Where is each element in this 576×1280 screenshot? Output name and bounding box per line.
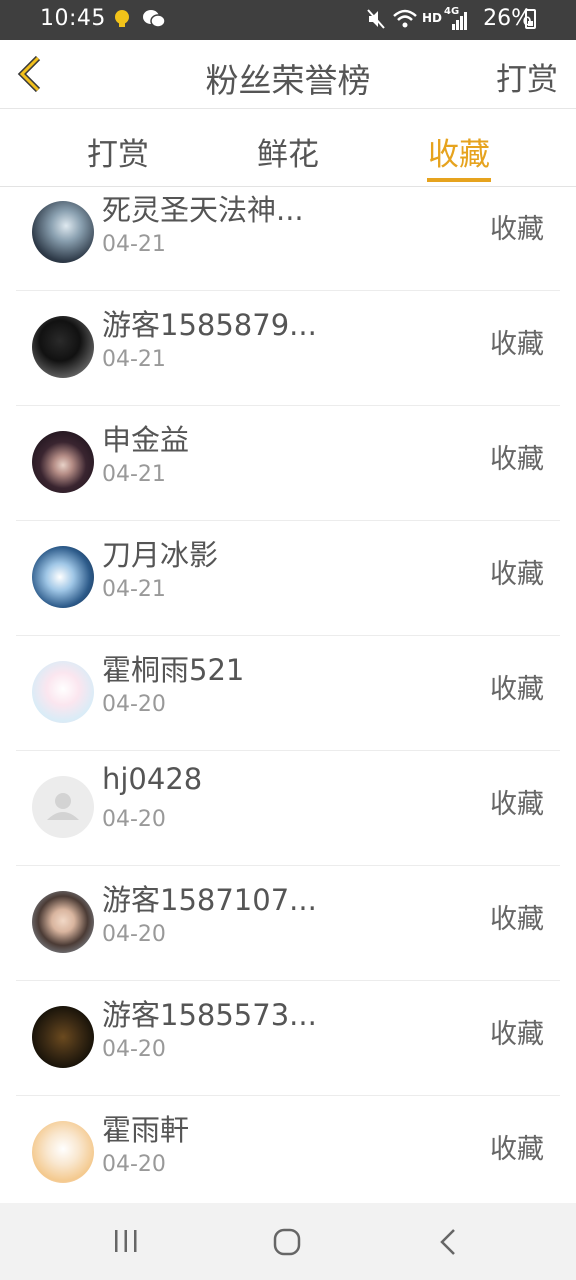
recent-apps-button[interactable]	[112, 1227, 140, 1259]
avatar	[32, 316, 94, 378]
fan-name: 游客1585879...	[102, 308, 317, 342]
list-item[interactable]: 游客1587107... 04-20 收藏	[16, 865, 560, 981]
fan-action-label: 收藏	[490, 904, 544, 935]
fan-action-label: 收藏	[490, 559, 544, 590]
notification-icon	[112, 8, 132, 34]
fan-list: 死灵圣天法神... 04-21 收藏 游客1585879... 04-21 收藏…	[0, 187, 576, 1203]
signal-icon	[452, 12, 468, 34]
page-title: 粉丝荣誉榜	[205, 61, 371, 100]
status-bar: 10:45 HD 4G 26%	[0, 0, 576, 40]
fan-name: 刀月冰影	[102, 538, 219, 572]
fan-date: 04-21	[102, 232, 166, 257]
fan-name: hj0428	[102, 762, 203, 796]
avatar	[32, 891, 94, 953]
list-item[interactable]: 游客1585879... 04-21 收藏	[16, 290, 560, 406]
fan-date: 04-20	[102, 1152, 166, 1177]
list-item[interactable]: 死灵圣天法神... 04-21 收藏	[16, 187, 560, 291]
wechat-icon	[142, 8, 166, 34]
fan-name: 游客1587107...	[102, 883, 317, 917]
tab-flowers[interactable]: 鲜花	[233, 129, 343, 174]
wifi-icon	[392, 8, 418, 34]
fan-name: 霍桐雨521	[102, 653, 245, 687]
fan-date: 04-20	[102, 807, 166, 832]
fan-name: 游客1585573...	[102, 998, 317, 1032]
fan-action-label: 收藏	[490, 674, 544, 705]
mute-icon	[366, 8, 386, 34]
app-header: 粉丝荣誉榜 打赏	[0, 40, 576, 109]
avatar	[32, 431, 94, 493]
list-item[interactable]: 霍桐雨521 04-20 收藏	[16, 635, 560, 751]
home-button[interactable]	[272, 1227, 302, 1261]
list-item[interactable]: 霍雨軒 04-20 收藏	[16, 1095, 560, 1203]
list-item[interactable]: 申金益 04-21 收藏	[16, 405, 560, 521]
fan-action-label: 收藏	[490, 214, 544, 245]
fan-action-label: 收藏	[490, 1134, 544, 1165]
avatar	[32, 1006, 94, 1068]
fan-name: 霍雨軒	[102, 1113, 190, 1147]
active-tab-indicator	[427, 178, 491, 182]
fan-date: 04-20	[102, 1037, 166, 1062]
default-user-icon	[47, 793, 79, 820]
fan-action-label: 收藏	[490, 789, 544, 820]
system-nav-bar	[0, 1203, 576, 1280]
status-time: 10:45	[40, 6, 106, 31]
tab-reward[interactable]: 打赏	[63, 129, 173, 174]
reward-button[interactable]: 打赏	[496, 54, 558, 99]
fan-action-label: 收藏	[490, 1019, 544, 1050]
fan-name: 申金益	[102, 423, 190, 457]
fan-date: 04-21	[102, 577, 166, 602]
battery-icon	[525, 9, 536, 29]
list-item[interactable]: 游客1585573... 04-20 收藏	[16, 980, 560, 1096]
list-item[interactable]: 刀月冰影 04-21 收藏	[16, 520, 560, 636]
tab-favorites[interactable]: 收藏	[404, 129, 514, 174]
avatar	[32, 1121, 94, 1183]
list-item[interactable]: hj0428 04-20 收藏	[16, 750, 560, 866]
fan-date: 04-20	[102, 922, 166, 947]
fan-action-label: 收藏	[490, 329, 544, 360]
fan-date: 04-20	[102, 692, 166, 717]
avatar	[32, 546, 94, 608]
fan-name: 死灵圣天法神...	[102, 193, 304, 227]
system-back-button[interactable]	[436, 1227, 462, 1261]
avatar	[32, 201, 94, 263]
fan-date: 04-21	[102, 462, 166, 487]
avatar	[32, 661, 94, 723]
fan-date: 04-21	[102, 347, 166, 372]
fan-action-label: 收藏	[490, 444, 544, 475]
hd-label: HD	[422, 11, 443, 25]
avatar	[32, 776, 94, 838]
tab-bar: 打赏 鲜花 收藏	[0, 109, 576, 187]
